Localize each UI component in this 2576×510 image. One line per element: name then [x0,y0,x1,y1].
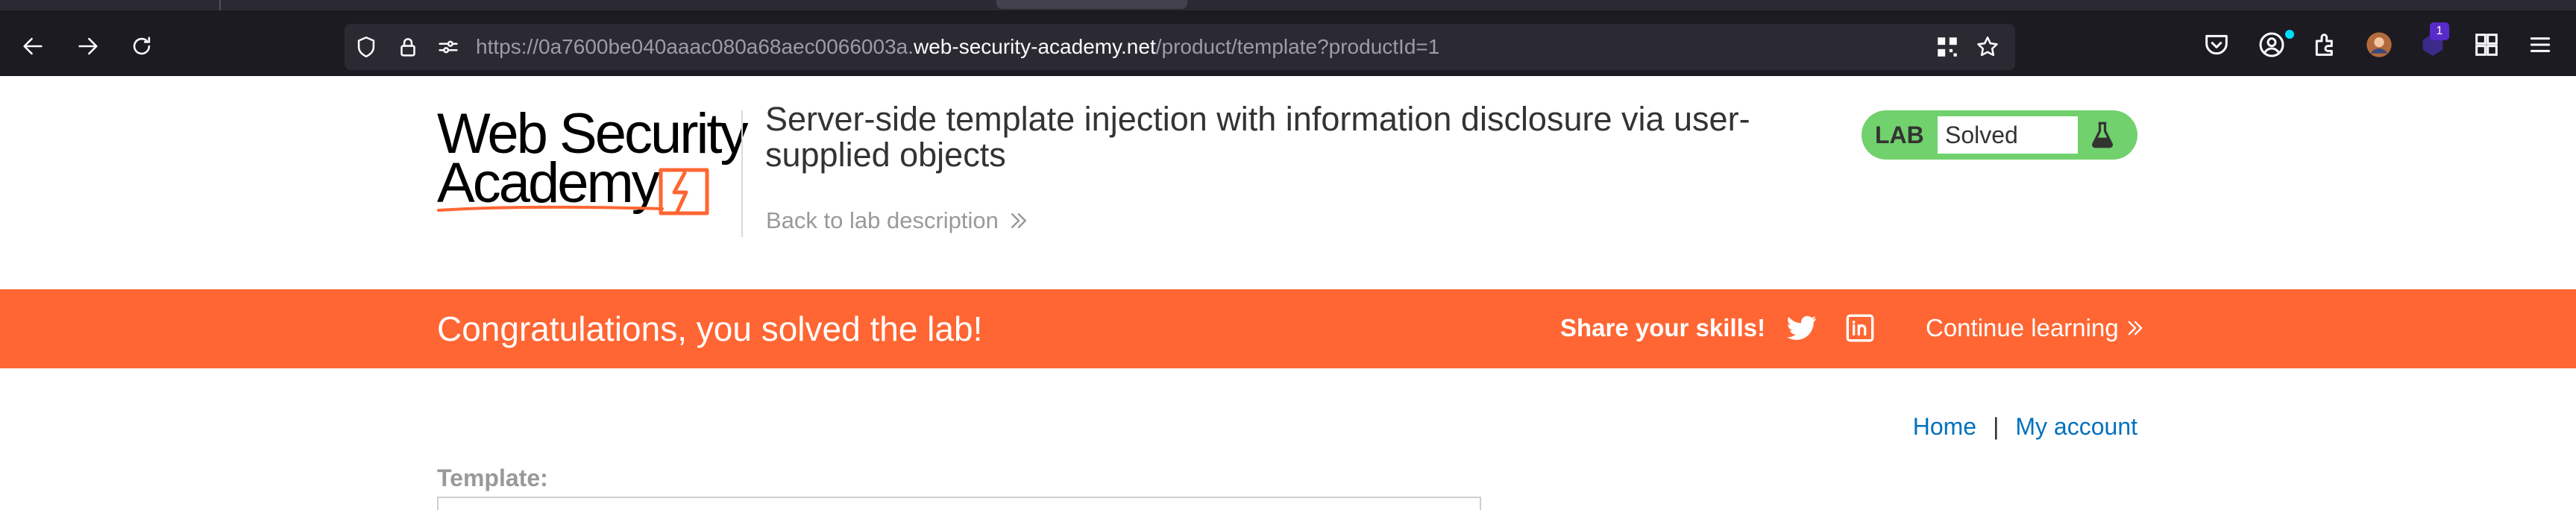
url-text[interactable]: https://0a7600be040aaac080a68aec0066003a… [476,34,1439,60]
back-button[interactable] [13,27,52,66]
url-prefix: https://0a7600be040aaac080a68aec0066003a… [476,35,914,58]
lab-status-widget: LAB Solved [1862,110,2137,160]
back-link-label: Back to lab description [766,207,999,233]
extension-count-badge: 1 [2430,22,2449,40]
solved-banner: Congratulations, you solved the lab! Sha… [0,289,2576,368]
active-tab[interactable] [996,0,1187,9]
continue-learning-link[interactable]: Continue learning [1926,313,2146,343]
browser-toolbar: https://0a7600be040aaac080a68aec0066003a… [0,0,2576,76]
extensions-icon[interactable] [2310,30,2340,60]
reload-button[interactable] [122,27,161,66]
twitter-icon[interactable] [1787,315,1817,341]
qr-code-icon[interactable] [1935,34,1960,60]
template-label: Template: [437,465,548,491]
back-arrow-icon [23,37,43,55]
reload-icon [133,37,151,55]
congratulations-message: Congratulations, you solved the lab! [437,309,983,348]
my-account-link[interactable]: My account [2015,412,2137,441]
double-chevron-right-icon [2128,321,2143,336]
lab-badge-label: LAB [1875,122,1924,148]
lock-icon[interactable] [395,34,421,60]
forward-arrow-icon [78,37,98,55]
share-your-skills-label: Share your skills! [1560,314,1766,341]
template-textarea[interactable] [437,497,1481,510]
shield-icon[interactable] [354,34,379,60]
linkedin-icon[interactable] [1845,313,1875,343]
account-nav: Home | My account [1913,412,2137,441]
flask-icon [2092,122,2113,148]
forward-button[interactable] [69,27,107,66]
account-notification-dot [2285,30,2294,39]
header-divider [741,110,743,237]
permissions-icon[interactable] [436,34,461,60]
url-bar[interactable]: https://0a7600be040aaac080a68aec0066003a… [345,24,2015,70]
double-chevron-right-icon [1011,213,1026,228]
pocket-icon[interactable] [2202,30,2231,60]
logo-underline [437,205,664,212]
continue-learning-label: Continue learning [1926,314,2119,341]
home-link[interactable]: Home [1913,412,1976,441]
tab-separator [219,0,221,10]
lab-title: Server-side template injection with info… [765,100,1750,174]
back-to-lab-description-link[interactable]: Back to lab description [766,207,1030,234]
hamburger-menu-icon[interactable] [2525,30,2555,60]
bookmark-star-icon[interactable] [1975,34,2000,60]
lab-status-value: Solved [1936,115,2079,155]
url-path: /product/template?productId=1 [1155,35,1440,58]
nav-separator: | [1993,413,1999,440]
account-icon[interactable] [2257,30,2287,60]
url-host: web-security-academy.net [914,35,1156,58]
puzzle-icon[interactable] [2472,30,2501,60]
web-security-academy-logo[interactable]: Web Security Academy [437,106,749,219]
tab-strip [0,0,2576,10]
avatar-extension-icon[interactable] [2364,30,2394,60]
